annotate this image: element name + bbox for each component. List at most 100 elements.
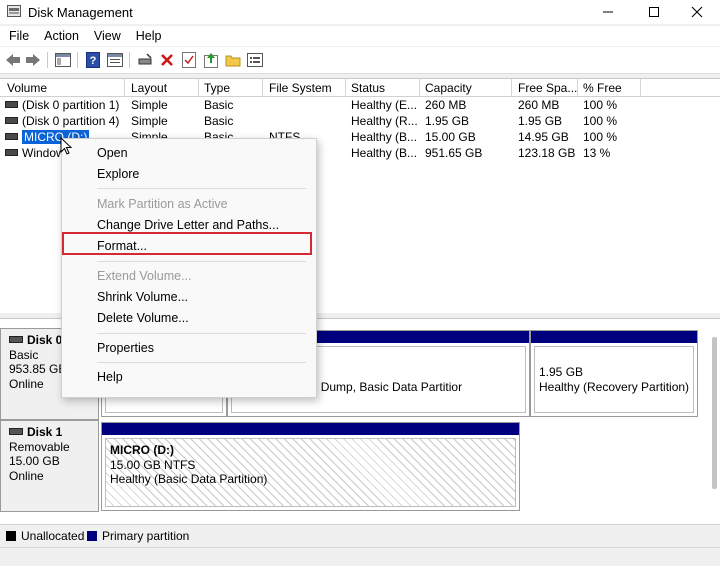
volume-free-space: 1.95 GB [518,114,563,128]
partition-size: 1.95 GB [539,365,584,379]
column-volume[interactable]: Volume [7,81,47,95]
title-bar: Disk Management [0,0,720,24]
disk1-info[interactable]: Disk 1 Removable 15.00 GB Online [0,420,99,512]
primary-swatch [87,531,97,541]
disk1-partition-micro[interactable]: MICRO (D:) 15.00 GB NTFS Healthy (Basic … [101,422,520,511]
disk0-partition-recovery[interactable]: 1.95 GB Healthy (Recovery Partition) [530,330,698,417]
volume-capacity: 951.65 GB [425,146,483,160]
toolbar-separator [77,52,78,68]
settings-button[interactable] [246,51,264,69]
column-header-row: Volume Layout Type File System Status Ca… [0,79,720,97]
column-file-system[interactable]: File System [269,81,332,95]
format-highlight-box [62,232,312,255]
drive-icon [5,101,18,109]
table-row[interactable]: (Disk 0 partition 4) Simple Basic Health… [0,113,720,129]
drive-icon [5,133,18,141]
column-capacity[interactable]: Capacity [425,81,472,95]
menu-action[interactable]: Action [35,26,85,46]
drive-icon [5,117,18,125]
volume-free-space: 123.18 GB [518,146,576,160]
toolbar-separator [129,52,130,68]
volume-capacity: 260 MB [425,98,467,112]
settings-icon [247,53,263,67]
forward-button[interactable] [24,51,42,69]
minimize-button[interactable] [585,1,631,23]
volume-capacity: 1.95 GB [425,114,470,128]
menu-item-help[interactable]: Help [97,370,123,384]
volume-free-space: 14.95 GB [518,130,569,144]
menu-item-delete-volume[interactable]: Delete Volume... [97,311,189,325]
mouse-pointer-icon [60,137,73,155]
back-button[interactable] [4,51,22,69]
window-title: Disk Management [28,5,133,20]
volume-status: Healthy (B... [351,146,418,160]
legend: Unallocated Primary partition [0,524,720,547]
help-icon: ? [86,52,100,68]
table-row[interactable]: (Disk 0 partition 1) Simple Basic Health… [0,97,720,113]
volume-capacity: 15.00 GB [425,130,476,144]
menu-item-open[interactable]: Open [97,146,128,160]
column-percent-free[interactable]: % Free [583,81,622,95]
volume-status: Healthy (R... [351,114,418,128]
menu-item-properties[interactable]: Properties [97,341,154,355]
menu-item-shrink-volume[interactable]: Shrink Volume... [97,290,188,304]
volume-name: (Disk 0 partition 1) [22,98,120,112]
status-bar [0,547,720,566]
context-menu: Open Explore Mark Partition as Active Ch… [61,138,317,398]
partition-label: MICRO (D:) [110,443,174,457]
check-icon [182,52,196,68]
volume-percent-free: 100 % [583,130,618,144]
volume-percent-free: 100 % [583,114,618,128]
maximize-button[interactable] [631,1,677,23]
volume-status: Healthy (E... [351,98,418,112]
connect-button[interactable] [136,51,154,69]
close-icon [691,6,703,18]
legend-unallocated: Unallocated [6,529,84,543]
volume-type: Basic [204,98,234,112]
check-button[interactable] [180,51,198,69]
toolbar-separator [47,52,48,68]
primary-partition-bar [531,331,697,343]
volume-free-space: 260 MB [518,98,560,112]
properties-icon [107,53,123,67]
volume-percent-free: 100 % [583,98,618,112]
column-status[interactable]: Status [351,81,385,95]
folder-icon [225,55,241,67]
maximize-icon [649,7,659,17]
folder-button[interactable] [224,51,242,69]
delete-button[interactable] [158,51,176,69]
minimize-icon [603,11,613,13]
console-tree-button[interactable] [54,51,72,69]
menu-help[interactable]: Help [127,26,168,46]
column-layout[interactable]: Layout [131,81,167,95]
partition-status: Healthy (Basic Data Partition) [110,472,268,486]
help-button[interactable]: ? [84,51,102,69]
menu-item-mark-active: Mark Partition as Active [97,197,228,211]
delete-icon [161,54,173,66]
export-button[interactable] [202,51,220,69]
partition-status: Healthy (Recovery Partition) [539,379,690,394]
volume-status: Healthy (B... [351,130,418,144]
column-type[interactable]: Type [204,81,230,95]
menu-item-extend-volume: Extend Volume... [97,269,192,283]
disk-icon [9,335,23,343]
menu-view[interactable]: View [85,26,127,46]
forward-icon [26,54,40,66]
menu-item-explore[interactable]: Explore [97,167,139,181]
disk-icon [9,427,23,435]
graph-scrollbar[interactable] [712,337,717,489]
disk1-size: 15.00 GB [9,454,60,468]
menu-item-change-drive-letter[interactable]: Change Drive Letter and Paths... [97,218,279,232]
volume-layout: Simple [131,114,168,128]
close-button[interactable] [674,1,720,23]
svg-text:?: ? [90,55,97,67]
volume-percent-free: 13 % [583,146,611,160]
disk0-name: Disk 0 [27,333,63,347]
column-free-space[interactable]: Free Spa... [518,81,577,95]
menu-file[interactable]: File [0,26,35,46]
disk-management-icon [7,5,21,17]
properties-button[interactable] [106,51,124,69]
connect-icon [138,53,152,65]
disk1-name: Disk 1 [27,425,63,439]
unallocated-swatch [6,531,16,541]
